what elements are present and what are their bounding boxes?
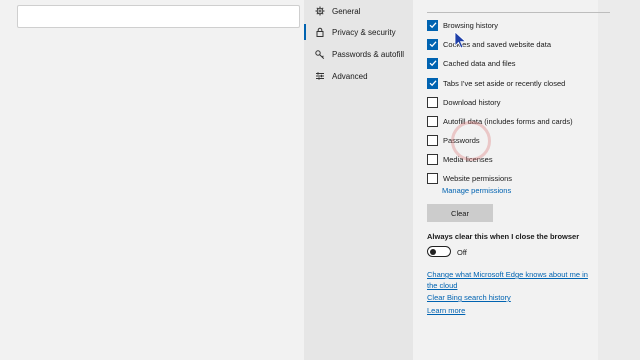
checkbox[interactable] bbox=[427, 96, 438, 108]
nav-item-privacy-security[interactable]: Privacy & security bbox=[304, 22, 413, 42]
checkmark-icon bbox=[429, 60, 436, 67]
nav-item-label: Privacy & security bbox=[332, 27, 396, 37]
checkbox[interactable] bbox=[427, 115, 438, 127]
clear-button[interactable]: Clear bbox=[427, 204, 493, 222]
panel-edge bbox=[598, 0, 640, 360]
click-indicator bbox=[451, 121, 491, 161]
option-download-history[interactable]: Download history bbox=[427, 95, 501, 109]
learn-more-link[interactable]: Learn more bbox=[427, 306, 465, 315]
checkbox[interactable] bbox=[427, 134, 438, 146]
option-label: Browsing history bbox=[443, 20, 499, 30]
mouse-pointer-icon bbox=[454, 31, 467, 49]
always-clear-heading: Always clear this when I close the brows… bbox=[427, 232, 580, 241]
sliders-icon bbox=[310, 71, 330, 81]
nav-item-label: Passwords & autofill bbox=[332, 49, 405, 59]
option-label: Tabs I've set aside or recently closed bbox=[443, 78, 566, 88]
toggle-state-label: Off bbox=[457, 248, 467, 257]
checkbox-checked[interactable] bbox=[427, 77, 438, 89]
checkmark-icon bbox=[429, 41, 436, 48]
checkbox-checked[interactable] bbox=[427, 19, 438, 31]
change-what-edge-knows-link-continued[interactable]: the cloud bbox=[427, 281, 457, 290]
checkbox[interactable] bbox=[427, 172, 438, 184]
nav-item-label: Advanced bbox=[332, 71, 368, 81]
browser-page-area bbox=[0, 0, 304, 360]
manage-permissions-link[interactable]: Manage permissions bbox=[442, 186, 511, 195]
lock-icon bbox=[310, 27, 330, 37]
checkbox-checked[interactable] bbox=[427, 38, 438, 50]
option-label: Cached data and files bbox=[443, 58, 516, 68]
checkmark-icon bbox=[429, 22, 436, 29]
toggle-knob bbox=[430, 248, 436, 255]
settings-nav: General Privacy & security Passwords & a… bbox=[304, 0, 413, 360]
clear-bing-history-link[interactable]: Clear Bing search history bbox=[427, 293, 511, 302]
option-autofill-data[interactable]: Autofill data (includes forms and cards) bbox=[427, 114, 573, 128]
option-cookies[interactable]: Cookies and saved website data bbox=[427, 37, 551, 51]
change-what-edge-knows-link[interactable]: Change what Microsoft Edge knows about m… bbox=[427, 270, 588, 279]
option-label: Download history bbox=[443, 97, 501, 107]
option-website-permissions[interactable]: Website permissions bbox=[427, 171, 512, 185]
checkmark-icon bbox=[429, 80, 436, 87]
address-bar[interactable] bbox=[17, 5, 300, 28]
key-icon bbox=[310, 49, 330, 59]
checkbox-checked[interactable] bbox=[427, 57, 438, 69]
checkbox[interactable] bbox=[427, 153, 438, 165]
option-cached-data[interactable]: Cached data and files bbox=[427, 56, 516, 70]
option-tabs-set-aside[interactable]: Tabs I've set aside or recently closed bbox=[427, 76, 565, 90]
nav-item-label: General bbox=[332, 6, 361, 16]
divider bbox=[427, 12, 610, 13]
gear-icon bbox=[310, 6, 330, 16]
always-clear-toggle[interactable] bbox=[427, 246, 451, 257]
option-browsing-history[interactable]: Browsing history bbox=[427, 18, 498, 32]
nav-item-advanced[interactable]: Advanced bbox=[304, 66, 413, 86]
option-label: Website permissions bbox=[443, 173, 513, 183]
nav-item-passwords-autofill[interactable]: Passwords & autofill bbox=[304, 44, 413, 64]
clear-browsing-data-panel: Browsing history Cookies and saved websi… bbox=[413, 0, 640, 360]
nav-item-general[interactable]: General bbox=[304, 1, 413, 21]
